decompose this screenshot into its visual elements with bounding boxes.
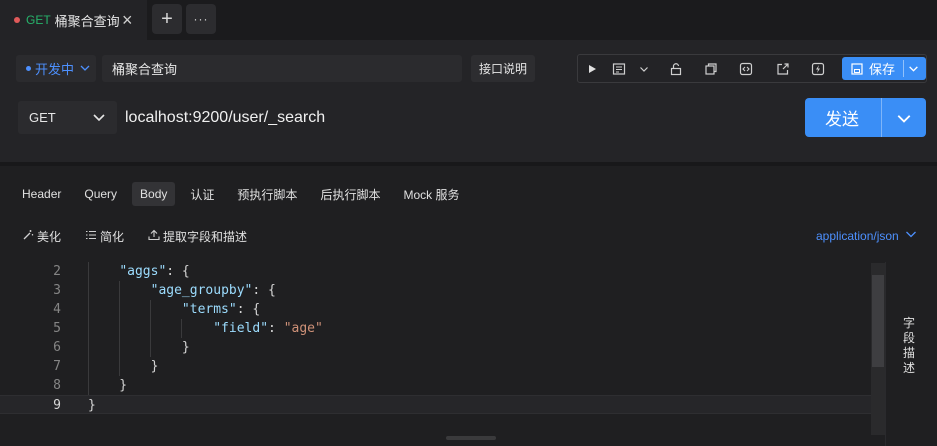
request-body-panel: Header Query Body 认证 预执行脚本 后执行脚本 Mock 服务… (0, 166, 937, 446)
tab-method: GET (26, 13, 51, 27)
url-bar: GET localhost:9200/user/_search 发送 (0, 96, 937, 162)
simplify-button[interactable]: 简化 (85, 228, 124, 245)
request-tab[interactable]: GET 桶聚合查询 × (0, 0, 147, 40)
save-button[interactable]: 保存 (842, 57, 926, 80)
document-icon[interactable] (609, 59, 629, 79)
api-doc-button[interactable]: 接口说明 (471, 55, 535, 82)
tab-post-script[interactable]: 后执行脚本 (312, 182, 388, 206)
status-select[interactable]: 开发中 (16, 55, 96, 82)
code-line: 8 } (0, 376, 885, 395)
tab-header[interactable]: Header (14, 182, 69, 206)
request-name-input[interactable]: 桶聚合查询 (102, 55, 462, 82)
save-divider (903, 60, 904, 77)
save-label: 保存 (869, 62, 896, 77)
url-input[interactable]: localhost:9200/user/_search (117, 101, 790, 134)
chevron-down-icon (905, 228, 917, 243)
request-meta-bar: 开发中 桶聚合查询 接口说明 保存 (0, 40, 937, 96)
code-line: 5 "field": "age" (0, 319, 885, 338)
line-number: 6 (53, 340, 61, 355)
field-description-panel[interactable]: 字段描述 (885, 262, 937, 446)
code-text: } (88, 398, 96, 413)
beautify-label: 美化 (37, 230, 62, 244)
run-icon[interactable] (582, 59, 602, 79)
code-text: } (88, 359, 159, 374)
tab-bar: GET 桶聚合查询 × + ··· (0, 0, 937, 40)
code-text: "age_groupby": { (150, 283, 276, 298)
magic-wand-icon (22, 229, 34, 244)
tab-query[interactable]: Query (76, 182, 125, 206)
status-label: 开发中 (35, 62, 75, 77)
code-text: } (88, 378, 128, 393)
flash-icon[interactable] (808, 59, 828, 79)
simplify-label: 简化 (100, 230, 125, 244)
line-number: 7 (53, 359, 61, 374)
code-icon[interactable] (736, 59, 756, 79)
send-button[interactable]: 发送 (805, 98, 926, 137)
add-tab-button[interactable]: + (152, 4, 182, 34)
beautify-button[interactable]: 美化 (22, 228, 61, 245)
unlock-icon[interactable] (666, 59, 686, 79)
code-line: 3 "age_groupby": { (0, 281, 885, 300)
more-tabs-button[interactable]: ··· (186, 4, 216, 34)
content-type-label: application/json (816, 228, 899, 243)
method-select[interactable]: GET (18, 101, 117, 134)
scrollbar-thumb[interactable] (872, 275, 884, 367)
editor-scrollbar[interactable] (871, 263, 885, 435)
line-number: 5 (53, 321, 61, 336)
extract-label: 提取字段和描述 (163, 230, 248, 244)
body-actions: 美化 简化 提取字段和描述 (22, 228, 271, 245)
send-divider (881, 98, 882, 137)
field-description-label: 字段描述 (902, 316, 915, 375)
tab-auth[interactable]: 认证 (182, 182, 222, 206)
code-line-current: 9 } (0, 395, 885, 414)
line-number: 2 (53, 264, 61, 279)
request-subtabs: Header Query Body 认证 预执行脚本 后执行脚本 Mock 服务 (14, 182, 474, 206)
extract-fields-button[interactable]: 提取字段和描述 (148, 228, 247, 245)
save-icon (851, 62, 863, 75)
tab-pre-script[interactable]: 预执行脚本 (229, 182, 305, 206)
code-text: "aggs": { (119, 264, 190, 279)
line-number: 9 (53, 398, 61, 413)
status-dot (26, 66, 31, 71)
method-label: GET (29, 110, 56, 125)
chevron-down-icon[interactable] (634, 59, 654, 79)
chevron-down-icon (92, 110, 106, 127)
chevron-down-icon[interactable] (908, 62, 919, 77)
unsaved-dot (14, 17, 20, 23)
resize-handle[interactable] (446, 436, 496, 440)
line-number: 4 (53, 302, 61, 317)
line-number: 8 (53, 378, 61, 393)
chevron-down-icon (80, 61, 90, 76)
close-icon[interactable]: × (122, 10, 133, 30)
share-icon[interactable] (773, 59, 793, 79)
code-text: "terms": { (181, 302, 261, 317)
content-type-select[interactable]: application/json (816, 228, 917, 243)
tab-title: 桶聚合查询 (54, 13, 120, 29)
code-line: 6 } (0, 338, 885, 357)
copy-icon[interactable] (701, 59, 721, 79)
request-toolbar: 保存 (577, 54, 927, 83)
send-label: 发送 (825, 110, 859, 129)
tab-mock[interactable]: Mock 服务 (395, 182, 467, 206)
tab-body[interactable]: Body (132, 182, 176, 206)
chevron-down-icon[interactable] (896, 110, 912, 131)
code-text: } (88, 340, 190, 355)
code-line: 2 "aggs": { (0, 262, 885, 281)
line-number: 3 (53, 283, 61, 298)
code-line: 4 "terms": { (0, 300, 885, 319)
list-icon (85, 229, 97, 244)
code-editor[interactable]: 2 "aggs": { 3 "age_groupby": { 4 "terms"… (0, 262, 885, 434)
code-line: 7 } (0, 357, 885, 376)
upload-icon (148, 229, 160, 244)
code-text: "field": "age" (213, 321, 323, 336)
